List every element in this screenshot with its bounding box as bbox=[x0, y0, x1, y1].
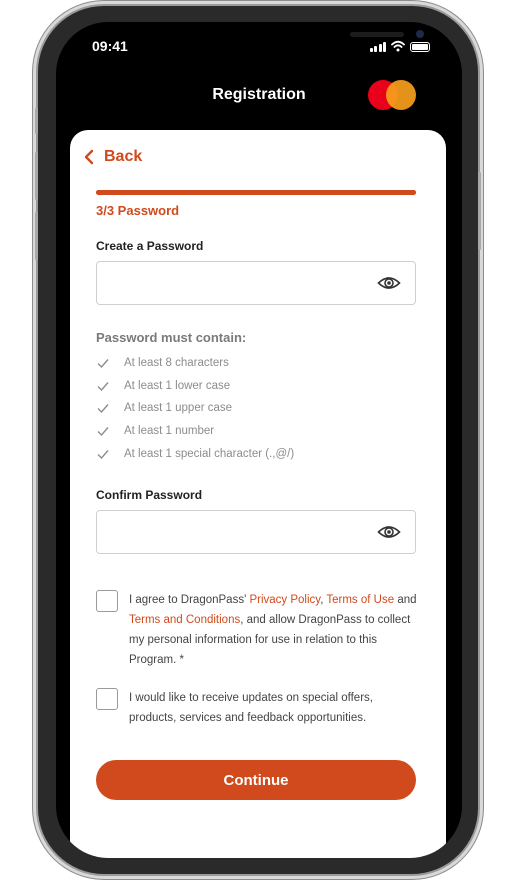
silent-switch bbox=[35, 108, 38, 134]
volume-down-button bbox=[35, 212, 38, 260]
rule-item: At least 1 number bbox=[96, 420, 294, 443]
volume-up-button bbox=[35, 152, 38, 200]
consent-and: and bbox=[394, 594, 417, 606]
status-time: 09:41 bbox=[92, 38, 128, 54]
speaker bbox=[350, 32, 404, 37]
eye-icon[interactable] bbox=[377, 523, 401, 541]
terms-consent: I agree to DragonPass' Privacy Policy, T… bbox=[96, 590, 417, 670]
confirm-password-input[interactable] bbox=[97, 511, 391, 553]
status-icons bbox=[369, 40, 430, 52]
step-label: 3/3 Password bbox=[96, 203, 180, 218]
wifi-icon bbox=[391, 40, 405, 52]
marketing-consent-text: I would like to receive updates on speci… bbox=[129, 692, 373, 724]
notch bbox=[174, 22, 424, 52]
terms-and-conditions-link[interactable]: Terms and Conditions bbox=[129, 614, 240, 626]
rule-text: At least 8 characters bbox=[124, 357, 229, 370]
rule-item: At least 8 characters bbox=[96, 352, 294, 375]
consent-text-prefix: I agree to DragonPass' bbox=[129, 594, 250, 606]
progress-fill bbox=[96, 190, 416, 195]
rule-text: At least 1 special character (.,@/) bbox=[124, 447, 295, 460]
cellular-signal-icon bbox=[369, 42, 386, 52]
marketing-consent: I would like to receive updates on speci… bbox=[96, 688, 417, 728]
marketing-checkbox[interactable] bbox=[96, 688, 118, 710]
privacy-policy-link[interactable]: Privacy Policy bbox=[249, 594, 320, 606]
terms-checkbox[interactable] bbox=[96, 590, 118, 612]
check-icon bbox=[97, 381, 109, 391]
terms-of-use-link[interactable]: Terms of Use bbox=[326, 594, 394, 606]
chevron-left-icon bbox=[84, 149, 94, 165]
rule-item: At least 1 upper case bbox=[96, 397, 294, 420]
back-button[interactable]: Back bbox=[84, 148, 142, 166]
confirm-password-field bbox=[96, 510, 416, 554]
mastercard-orange-circle bbox=[386, 80, 416, 110]
rule-text: At least 1 number bbox=[124, 425, 215, 438]
back-label: Back bbox=[104, 148, 143, 165]
check-icon bbox=[97, 404, 109, 414]
password-input[interactable] bbox=[97, 262, 391, 304]
rule-text: At least 1 lower case bbox=[124, 379, 231, 392]
continue-button[interactable]: Continue bbox=[96, 760, 416, 800]
password-field bbox=[96, 261, 416, 305]
screen: 09:41 Registration Back 3/3 Password Cre… bbox=[56, 22, 462, 858]
rule-item: At least 1 lower case bbox=[96, 375, 294, 398]
registration-card: Back 3/3 Password Create a Password Pass… bbox=[70, 130, 446, 858]
eye-icon[interactable] bbox=[377, 274, 401, 292]
battery-icon bbox=[410, 42, 430, 52]
rule-text: At least 1 upper case bbox=[124, 402, 233, 415]
rule-item: At least 1 special character (.,@/) bbox=[96, 442, 294, 465]
check-icon bbox=[97, 359, 109, 369]
progress-bar bbox=[96, 190, 416, 195]
check-icon bbox=[97, 427, 109, 437]
confirm-password-label: Confirm Password bbox=[96, 488, 203, 502]
mastercard-logo bbox=[368, 80, 418, 110]
front-camera bbox=[416, 30, 424, 38]
check-icon bbox=[97, 449, 109, 459]
password-label: Create a Password bbox=[96, 239, 204, 253]
password-rules-list: At least 8 characters At least 1 lower c… bbox=[96, 352, 294, 465]
password-rules-title: Password must contain: bbox=[96, 330, 247, 345]
terms-consent-text: I agree to DragonPass' Privacy Policy, T… bbox=[129, 590, 417, 670]
power-button bbox=[478, 172, 481, 250]
